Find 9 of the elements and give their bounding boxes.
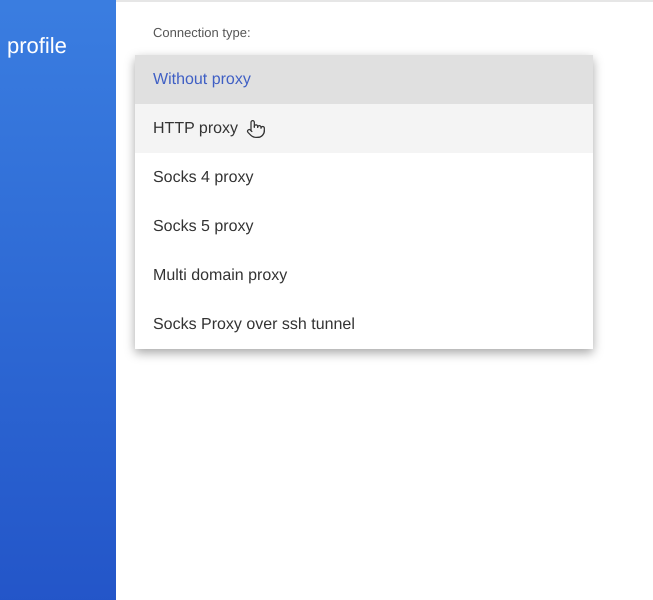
dropdown-option[interactable]: Without proxy [135, 55, 593, 104]
dropdown-option[interactable]: Socks Proxy over ssh tunnel [135, 300, 593, 349]
dropdown-option[interactable]: HTTP proxy [135, 104, 593, 153]
hand-cursor-icon [246, 118, 266, 138]
dropdown-option[interactable]: Socks 4 proxy [135, 153, 593, 202]
sidebar-title: profile [7, 32, 68, 60]
field-label: Connection type: [152, 24, 252, 42]
dropdown-option[interactable]: Socks 5 proxy [135, 202, 593, 251]
dropdown-option[interactable]: Multi domain proxy [135, 251, 593, 300]
